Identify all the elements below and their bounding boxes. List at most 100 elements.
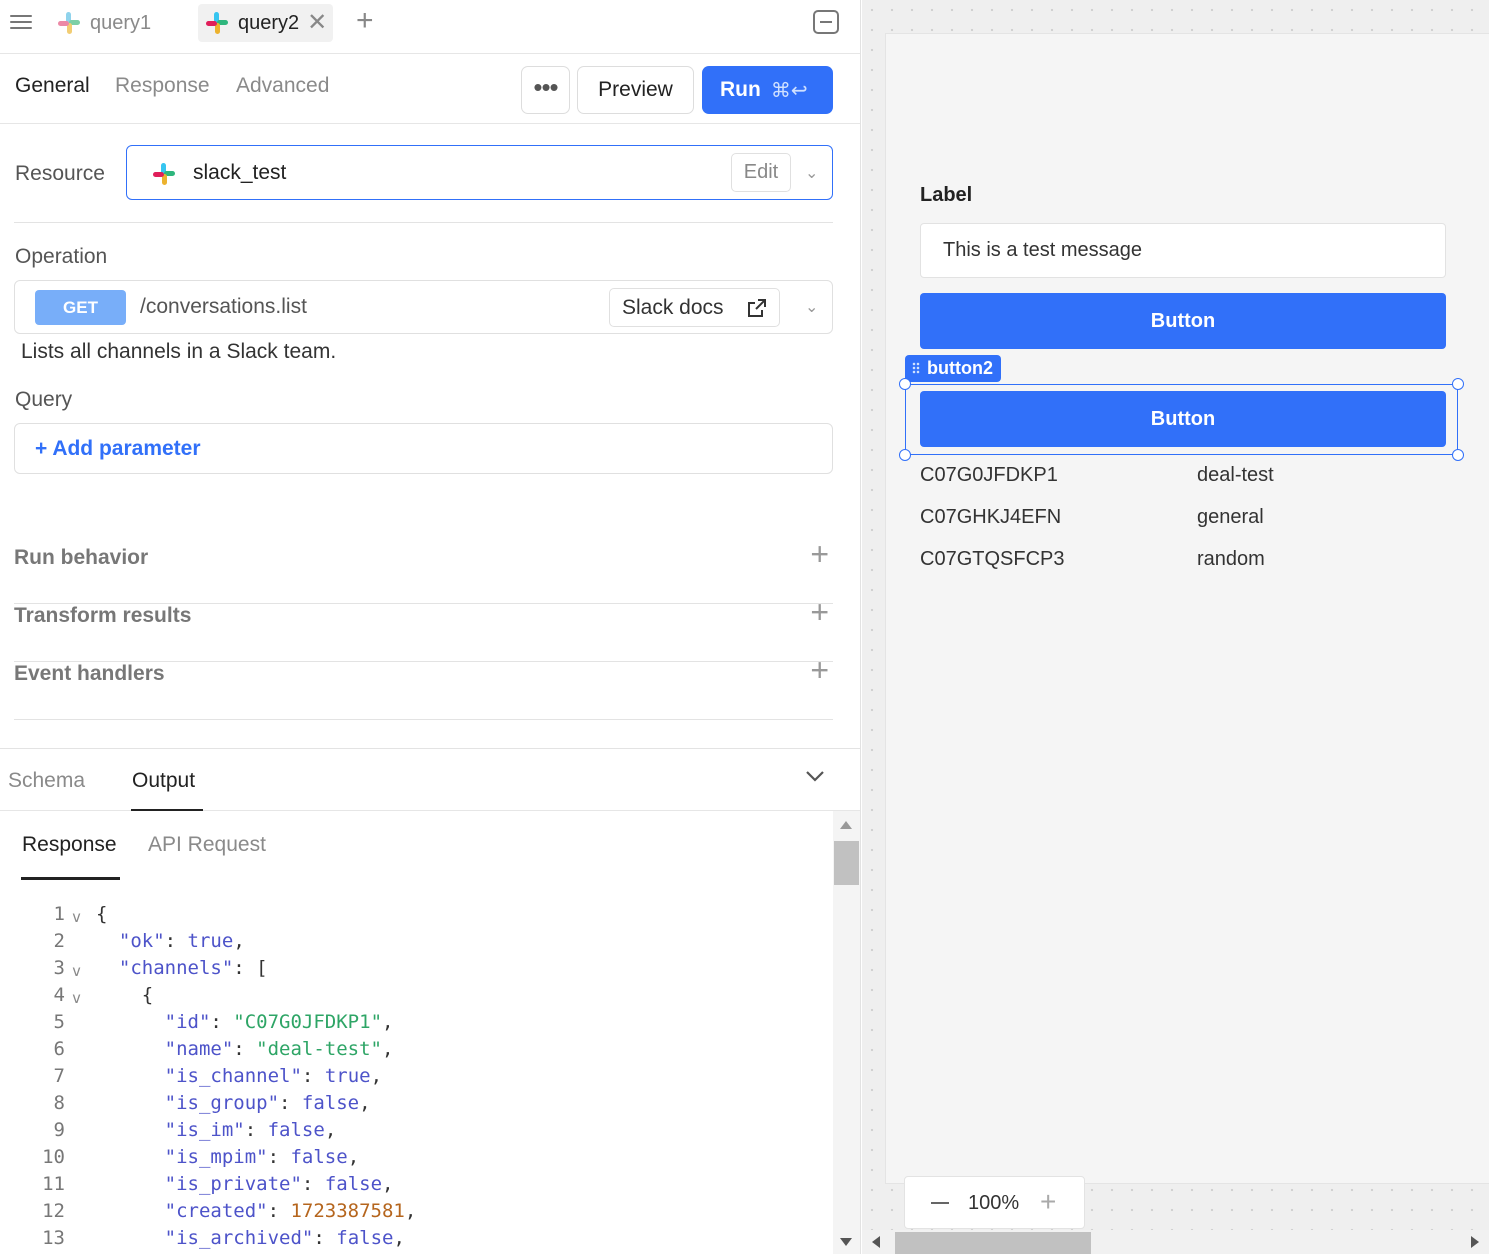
code-line: 6 "name": "deal-test", [53, 1038, 394, 1060]
output-panel: Response API Request 1 v{ 2 "ok": true, 3… [0, 811, 860, 1254]
query-editor-panel: query1 query2 ✕ + General Response Advan… [0, 0, 861, 1254]
scroll-down-icon[interactable] [840, 1238, 852, 1246]
bottom-panel-header: Schema Output [0, 748, 860, 811]
query-label: Query [15, 388, 73, 411]
json-viewer: 1 v{ 2 "ok": true, 3v "channels": [ 4v { … [0, 901, 830, 1252]
chevron-down-icon[interactable]: ⌄ [805, 163, 818, 183]
edit-resource-button[interactable]: Edit [731, 153, 791, 192]
close-icon[interactable]: ✕ [307, 11, 327, 35]
operation-path: /conversations.list [140, 295, 307, 318]
chevron-down-icon[interactable]: ⌄ [805, 297, 818, 317]
operation-description: Lists all channels in a Slack team. [21, 340, 337, 363]
code-line: 3v "channels": [ [0, 955, 830, 982]
channel-id: C07GHKJ4EFN [920, 506, 1062, 528]
resize-handle[interactable] [899, 449, 911, 461]
slack-icon [58, 12, 80, 34]
canvas-horizontal-scrollbar[interactable] [862, 1230, 1489, 1254]
tab-query2[interactable]: query2 ✕ [198, 4, 334, 42]
tab-response[interactable]: Response [115, 74, 210, 98]
plus-icon[interactable]: + [810, 596, 829, 628]
resize-handle[interactable] [1452, 449, 1464, 461]
operation-label: Operation [15, 245, 108, 268]
collapse-panel-icon[interactable] [813, 10, 839, 34]
code-line: 1 v{ [0, 901, 830, 928]
channel-name: random [1197, 548, 1265, 570]
tab-advanced[interactable]: Advanced [236, 74, 329, 98]
message-text-input[interactable]: This is a test message [920, 223, 1446, 278]
app-canvas: Label This is a test message Button butt… [885, 33, 1489, 1184]
fold-chevron-icon[interactable]: v [72, 958, 81, 985]
scroll-up-icon[interactable] [840, 821, 852, 829]
plus-icon[interactable]: + [1040, 1188, 1056, 1216]
more-options-button[interactable]: ••• [521, 66, 570, 114]
preview-button[interactable]: Preview [577, 66, 694, 114]
input-label: Label [920, 184, 973, 206]
code-line: 4v { [0, 982, 830, 1009]
tab-api-request[interactable]: API Request [148, 833, 266, 857]
code-line: 11 "is_private": false, [42, 1173, 394, 1195]
channel-id: C07G0JFDKP1 [920, 464, 1058, 486]
output-scrollbar[interactable] [833, 811, 860, 1254]
section-run-behavior[interactable]: Run behavior + [14, 538, 833, 604]
code-line: 2 "ok": true, [53, 930, 245, 952]
selected-component-tag[interactable]: button2 [905, 355, 1001, 382]
selected-component-name: button2 [927, 358, 993, 378]
fold-chevron-icon[interactable]: v [72, 904, 81, 931]
plus-icon[interactable]: + [810, 654, 829, 686]
tab-label: query1 [90, 11, 152, 34]
external-link-icon [748, 299, 766, 317]
tab-query1[interactable]: query1 [50, 4, 157, 42]
divider [14, 222, 833, 223]
resource-value: slack_test [193, 161, 287, 184]
run-button[interactable]: Run ⌘↩ [702, 66, 833, 114]
button2[interactable]: Button [920, 391, 1446, 447]
scroll-right-icon[interactable] [1471, 1236, 1479, 1248]
add-tab-plus-icon[interactable]: + [356, 6, 374, 36]
code-line: 7 "is_channel": true, [53, 1065, 383, 1087]
section-event-handlers[interactable]: Event handlers + [14, 654, 833, 720]
code-line: 8 "is_group": false, [53, 1092, 371, 1114]
hamburger-icon[interactable] [10, 12, 32, 32]
section-transform-results[interactable]: Transform results + [14, 596, 833, 662]
plus-icon[interactable]: + [810, 538, 829, 570]
zoom-level: 100% [968, 1192, 1020, 1214]
tab-schema[interactable]: Schema [8, 769, 85, 793]
slack-icon [206, 12, 228, 34]
scrollbar-thumb[interactable] [834, 841, 859, 885]
code-line: 13 "is_archived": false, [42, 1227, 405, 1249]
resource-label: Resource [15, 162, 105, 185]
tab-output[interactable]: Output [132, 769, 195, 793]
channel-name: deal-test [1197, 464, 1274, 486]
editor-subtabs: General Response Advanced ••• Preview Ru… [0, 54, 860, 124]
slack-icon [153, 163, 175, 185]
tab-output-response[interactable]: Response [22, 833, 117, 857]
drag-grip-icon[interactable] [912, 362, 920, 374]
list-item: C07GTQSFCP3 random [920, 548, 1265, 571]
code-line: 10 "is_mpim": false, [42, 1146, 360, 1168]
resize-handle[interactable] [1452, 378, 1464, 390]
minus-icon[interactable] [931, 1202, 949, 1204]
chevron-down-icon[interactable] [804, 765, 826, 787]
code-line: 5 "id": "C07G0JFDKP1", [53, 1011, 394, 1033]
resource-select[interactable]: slack_test Edit ⌄ [126, 145, 833, 200]
button1[interactable]: Button [920, 293, 1446, 349]
scroll-left-icon[interactable] [872, 1236, 880, 1248]
slack-docs-button[interactable]: Slack docs [609, 288, 780, 327]
code-line: 12 "created": 1723387581, [42, 1200, 417, 1222]
add-parameter-button[interactable]: + Add parameter [35, 437, 201, 461]
run-label: Run [720, 78, 761, 101]
query-tab-bar: query1 query2 ✕ + [0, 0, 860, 54]
query-params-box: + Add parameter [14, 423, 833, 474]
http-method-badge: GET [35, 290, 126, 325]
list-item: C07G0JFDKP1 deal-test [920, 464, 1274, 487]
fold-chevron-icon[interactable]: v [72, 985, 81, 1012]
tab-general[interactable]: General [15, 74, 90, 98]
zoom-control: 100% + [904, 1176, 1085, 1229]
scrollbar-thumb[interactable] [895, 1232, 1091, 1254]
resize-handle[interactable] [899, 378, 911, 390]
channel-name: general [1197, 506, 1264, 528]
active-tab-indicator [21, 877, 120, 880]
tab-label: query2 [238, 11, 300, 34]
operation-select[interactable]: GET /conversations.list Slack docs ⌄ [14, 280, 833, 334]
list-item: C07GHKJ4EFN general [920, 506, 1264, 529]
